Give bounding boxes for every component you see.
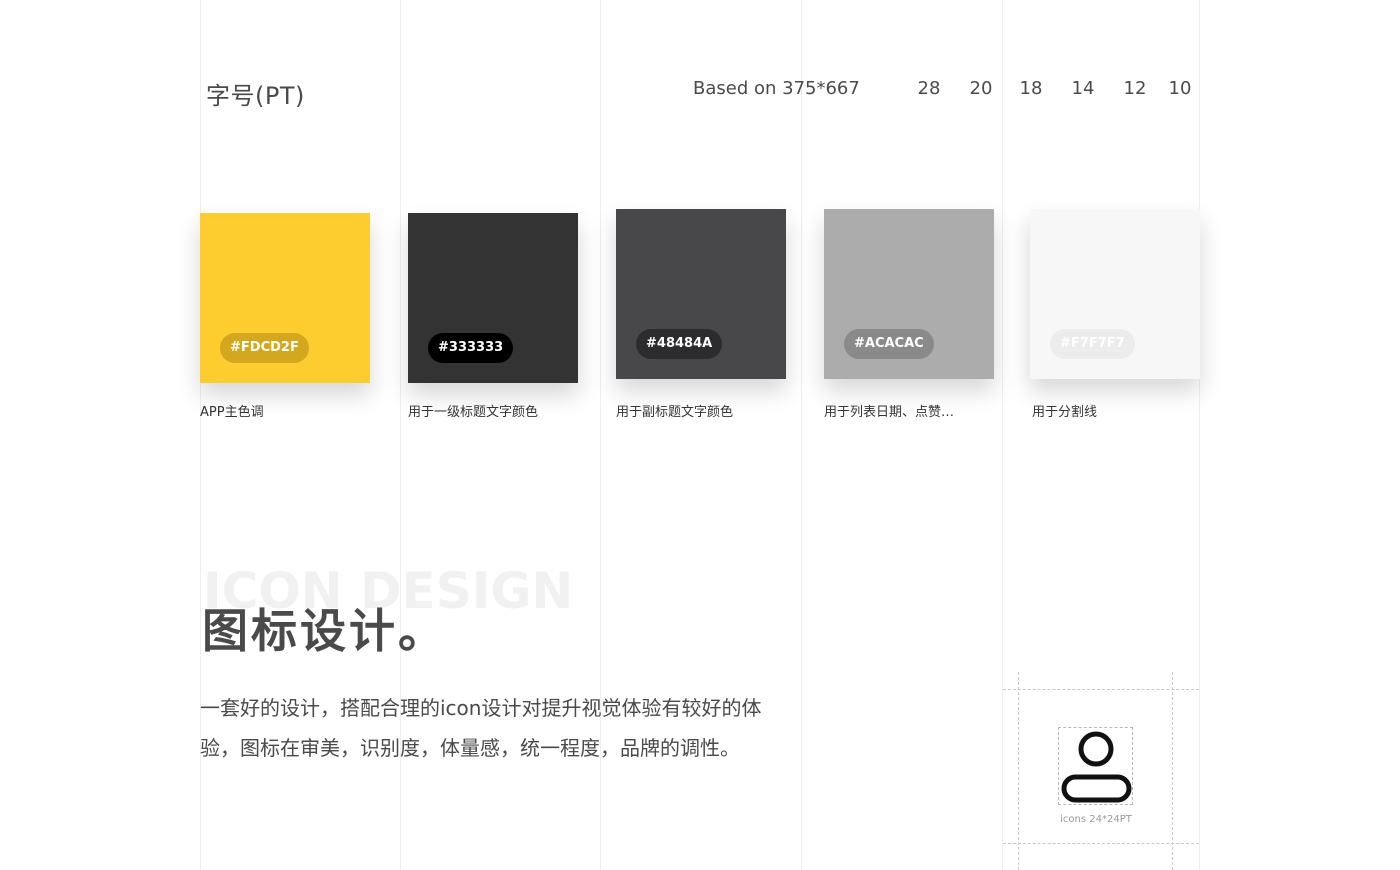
base-resolution-label: Based on 375*667: [693, 78, 860, 99]
color-hex-chip: #ACACAC: [844, 329, 934, 359]
icon-bounding-box: [1058, 727, 1133, 805]
icon-guide-line: [1172, 672, 1173, 870]
color-hex-chip: #48484A: [636, 329, 723, 359]
font-size-value: 14: [1071, 78, 1095, 99]
font-size-value: 18: [1019, 78, 1043, 99]
color-hex-chip: #F7F7F7: [1050, 329, 1135, 359]
color-swatch-divider: #F7F7F7: [1030, 209, 1200, 379]
icon-size-caption: icons 24*24PT: [1060, 814, 1132, 825]
color-swatch-caption: 用于分割线: [1032, 405, 1098, 420]
color-swatch-list-meta: #ACACAC: [824, 209, 994, 379]
color-swatch-caption: 用于副标题文字颜色: [616, 405, 734, 420]
font-size-value: 12: [1123, 78, 1147, 99]
user-icon: [1061, 731, 1132, 803]
color-swatch-caption: APP主色调: [200, 405, 264, 420]
font-size-value: 20: [969, 78, 993, 99]
font-size-heading: 字号(PT): [206, 82, 305, 110]
description-line: 一套好的设计，搭配合理的icon设计对提升视觉体验有较好的体: [200, 696, 762, 720]
icon-guide-line: [1003, 843, 1199, 844]
font-size-value: 10: [1168, 78, 1192, 99]
font-size-value: 28: [917, 78, 941, 99]
icon-guide-line: [1018, 672, 1019, 870]
color-swatch-subtitle-text: #48484A: [616, 209, 786, 379]
color-swatch-caption: 用于列表日期、点赞…: [824, 405, 955, 420]
grid-guide-line: [1002, 0, 1003, 870]
color-swatch-primary: #FDCD2F: [200, 213, 370, 383]
section-title: 图标设计。: [202, 604, 447, 658]
description-line: 验，图标在审美，识别度，体量感，统一程度，品牌的调性。: [200, 736, 740, 760]
grid-guide-line: [1199, 0, 1200, 870]
section-description: 一套好的设计，搭配合理的icon设计对提升视觉体验有较好的体 验，图标在审美，识…: [200, 688, 825, 768]
color-swatch-caption: 用于一级标题文字颜色: [408, 405, 539, 420]
color-swatch-title-text: #333333: [408, 213, 578, 383]
color-hex-chip: #333333: [428, 333, 514, 363]
icon-guide-line: [1003, 689, 1199, 690]
color-hex-chip: #FDCD2F: [220, 333, 309, 363]
